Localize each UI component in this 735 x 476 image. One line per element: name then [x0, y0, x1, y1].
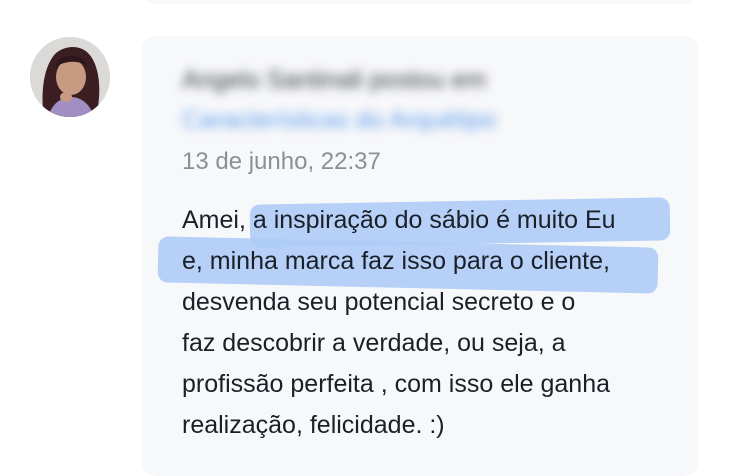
post-body-line: realização, felicidade. :)	[182, 411, 445, 439]
post-topic-link[interactable]: Características do Arquétipo	[182, 106, 496, 135]
post-body-line: desvenda seu potencial secreto e o	[182, 288, 576, 316]
author-avatar[interactable]	[30, 37, 110, 117]
post-body-line: faz descobrir a verdade, ou seja, a	[182, 329, 566, 357]
post-card: Angelo Santinali postou em Característic…	[142, 36, 698, 476]
post-body-line: e, minha marca faz isso para o cliente,	[182, 247, 610, 275]
post-body: Amei, a inspiração do sábio é muito Eu e…	[182, 200, 682, 446]
post-timestamp: 13 de junho, 22:37	[182, 148, 381, 175]
avatar-photo-icon	[30, 37, 110, 117]
post-body-line: Amei, a inspiração do sábio é muito Eu	[182, 206, 616, 234]
post-author-line[interactable]: Angelo Santinali postou em	[182, 66, 486, 95]
post-body-line: profissão perfeita , com isso ele ganha	[182, 370, 611, 398]
previous-post-card	[142, 0, 697, 4]
